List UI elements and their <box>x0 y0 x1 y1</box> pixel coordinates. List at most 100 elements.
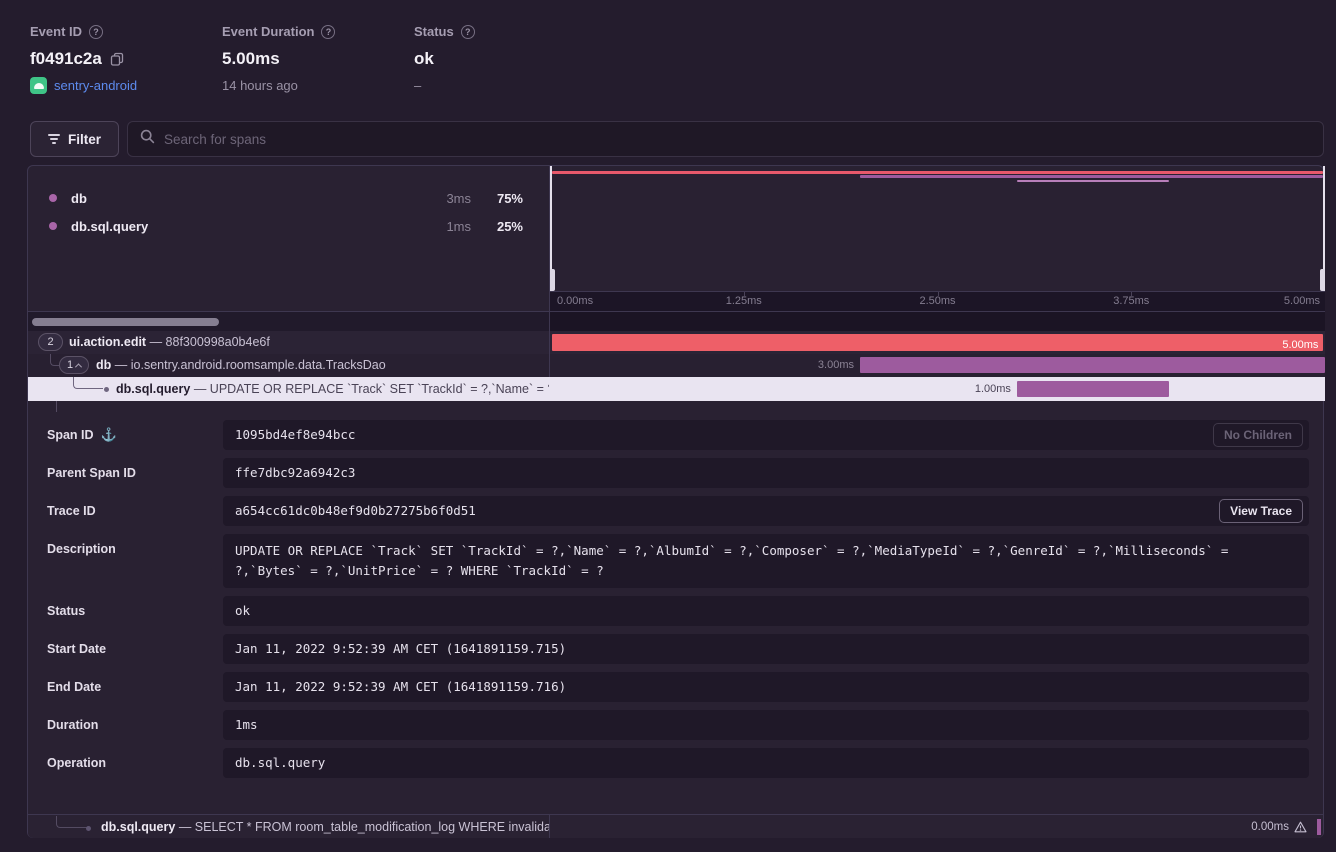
span-duration-bar <box>860 357 1325 373</box>
detail-row-operation: Operation db.sql.query <box>28 748 1325 778</box>
operation-field-value: db.sql.query <box>223 748 1309 778</box>
trace-minimap[interactable] <box>549 166 1325 291</box>
view-trace-button[interactable]: View Trace <box>1219 499 1303 523</box>
minimap-span-line <box>860 175 1323 178</box>
android-platform-icon <box>30 77 47 94</box>
span-duration-label: 0.00ms <box>1251 815 1289 838</box>
trace-id-value: a654cc61dc0b48ef9d0b27275b6f0d51 <box>223 496 1309 526</box>
detail-row-status: Status ok <box>28 596 1325 626</box>
parent-span-id-value: ffe7dbc92a6942c3 <box>223 458 1309 488</box>
axis-tick-label: 3.75ms <box>1113 295 1149 307</box>
span-description: — io.sentry.android.roomsample.data.Trac… <box>115 358 386 372</box>
axis-tick-label: 5.00ms <box>1284 295 1320 307</box>
span-id-value: 1095bd4ef8e94bcc <box>223 420 1309 450</box>
event-duration-value: 5.00ms <box>222 49 280 69</box>
span-description: — UPDATE OR REPLACE `Track` SET `TrackId… <box>194 382 549 396</box>
op-breakdown-legend: db 3ms 75% db.sql.query 1ms 25% <box>28 166 549 291</box>
status-label: Status <box>414 24 454 39</box>
help-icon[interactable]: ? <box>461 25 475 39</box>
event-id-label: Event ID <box>30 24 82 39</box>
field-value-box: ok <box>223 596 1309 626</box>
detail-row-start-date: Start Date Jan 11, 2022 9:52:39 AM CET (… <box>28 634 1325 664</box>
span-op: db.sql.query <box>116 382 190 396</box>
span-duration-label: 5.00ms <box>1282 334 1318 354</box>
field-value-box: Jan 11, 2022 9:52:39 AM CET (1641891159.… <box>223 634 1309 664</box>
field-value-box: 1095bd4ef8e94bcc No Children <box>223 420 1309 450</box>
span-duration-bar <box>1317 819 1321 835</box>
status-sub-value: – <box>414 78 475 93</box>
span-op: ui.action.edit <box>69 335 146 349</box>
axis-tick-label: 0.00ms <box>557 295 593 307</box>
tree-scroll-row <box>28 311 1325 331</box>
span-description: — 88f300998a0b4e6f <box>150 335 270 349</box>
event-time-ago: 14 hours ago <box>222 78 335 93</box>
no-children-button[interactable]: No Children <box>1213 423 1303 447</box>
field-value-box: db.sql.query <box>223 748 1309 778</box>
detail-row-description: Description UPDATE OR REPLACE `Track` SE… <box>28 534 1325 588</box>
legend-item-db-sql-query[interactable]: db.sql.query 1ms 25% <box>28 212 549 240</box>
collapse-badge[interactable]: 1 <box>59 356 89 374</box>
tree-connector <box>50 354 59 366</box>
time-axis: 0.00ms 1.25ms 2.50ms 3.75ms 5.00ms <box>549 291 1325 311</box>
detail-row-parent-span-id: Parent Span ID ffe7dbc92a6942c3 <box>28 458 1325 488</box>
minimap-left-handle[interactable] <box>550 166 552 271</box>
anchor-icon[interactable]: ⚓ <box>101 420 117 450</box>
horizontal-scrollbar[interactable] <box>32 318 219 326</box>
filter-button[interactable]: Filter <box>30 121 119 157</box>
legend-item-db[interactable]: db 3ms 75% <box>28 184 549 212</box>
help-icon[interactable]: ? <box>321 25 335 39</box>
event-id-value: f0491c2a <box>30 49 102 69</box>
span-row-db[interactable]: 1 db — io.sentry.android.roomsample.data… <box>28 354 1325 377</box>
span-detail-page: Event ID ? f0491c2a sentry-android Event… <box>0 0 1336 852</box>
op-color-dot <box>49 222 57 230</box>
span-op: db <box>96 358 111 372</box>
help-icon[interactable]: ? <box>89 25 103 39</box>
span-description: — SELECT * FROM room_table_modification_… <box>179 820 549 834</box>
tree-leaf-dot <box>86 826 91 831</box>
span-duration-bar: 5.00ms <box>552 334 1324 351</box>
field-value-box: 1ms <box>223 710 1309 740</box>
minimap-span-line <box>1017 180 1169 182</box>
start-date-value: Jan 11, 2022 9:52:39 AM CET (1641891159.… <box>223 634 1309 664</box>
span-duration-label: 3.00ms <box>818 354 854 377</box>
end-date-value: Jan 11, 2022 9:52:39 AM CET (1641891159.… <box>223 672 1309 702</box>
span-duration-label: 1.00ms <box>975 377 1011 401</box>
event-id-section: Event ID ? f0491c2a sentry-android <box>30 24 137 94</box>
span-row-ui-action-edit[interactable]: 2 ui.action.edit — 88f300998a0b4e6f 5.00… <box>28 331 1325 354</box>
axis-tick-label: 1.25ms <box>726 295 762 307</box>
field-value-box: UPDATE OR REPLACE `Track` SET `TrackId` … <box>223 534 1309 588</box>
detail-row-duration: Duration 1ms <box>28 710 1325 740</box>
trace-view-panel: db 3ms 75% db.sql.query 1ms 25% 0.00ms 1… <box>27 165 1324 838</box>
minimap-right-handle[interactable] <box>1323 166 1325 271</box>
event-duration-label: Event Duration <box>222 24 314 39</box>
status-value: ok <box>414 49 434 69</box>
duration-field-value: 1ms <box>223 710 1309 740</box>
event-duration-section: Event Duration ? 5.00ms 14 hours ago <box>222 24 335 93</box>
span-row-bottom-db-sql-query[interactable]: db.sql.query — SELECT * FROM room_table_… <box>28 814 1323 838</box>
span-op: db.sql.query <box>101 820 175 834</box>
field-value-box: a654cc61dc0b48ef9d0b27275b6f0d51 View Tr… <box>223 496 1309 526</box>
tree-connector <box>73 377 103 389</box>
status-section: Status ? ok – <box>414 24 475 93</box>
detail-row-end-date: End Date Jan 11, 2022 9:52:39 AM CET (16… <box>28 672 1325 702</box>
project-link[interactable]: sentry-android <box>54 78 137 93</box>
chevron-up-icon <box>75 363 82 370</box>
axis-tick-label: 2.50ms <box>919 295 955 307</box>
span-search <box>127 121 1324 157</box>
warning-icon <box>1294 821 1307 833</box>
op-color-dot <box>49 194 57 202</box>
tree-connector <box>56 401 57 412</box>
status-field-value: ok <box>223 596 1309 626</box>
search-input[interactable] <box>164 132 1311 147</box>
copy-icon[interactable] <box>110 52 124 66</box>
span-row-db-sql-query-selected[interactable]: db.sql.query — UPDATE OR REPLACE `Track`… <box>28 377 1325 401</box>
span-duration-bar <box>1017 381 1169 397</box>
field-value-box: ffe7dbc92a6942c3 <box>223 458 1309 488</box>
detail-row-span-id: Span ID⚓ 1095bd4ef8e94bcc No Children <box>28 420 1325 450</box>
search-icon <box>140 129 155 149</box>
tree-leaf-dot <box>104 387 109 392</box>
detail-row-trace-id: Trace ID a654cc61dc0b48ef9d0b27275b6f0d5… <box>28 496 1325 526</box>
children-count-badge[interactable]: 2 <box>38 333 63 351</box>
minimap-span-line <box>552 171 1322 174</box>
filter-icon <box>48 134 60 144</box>
